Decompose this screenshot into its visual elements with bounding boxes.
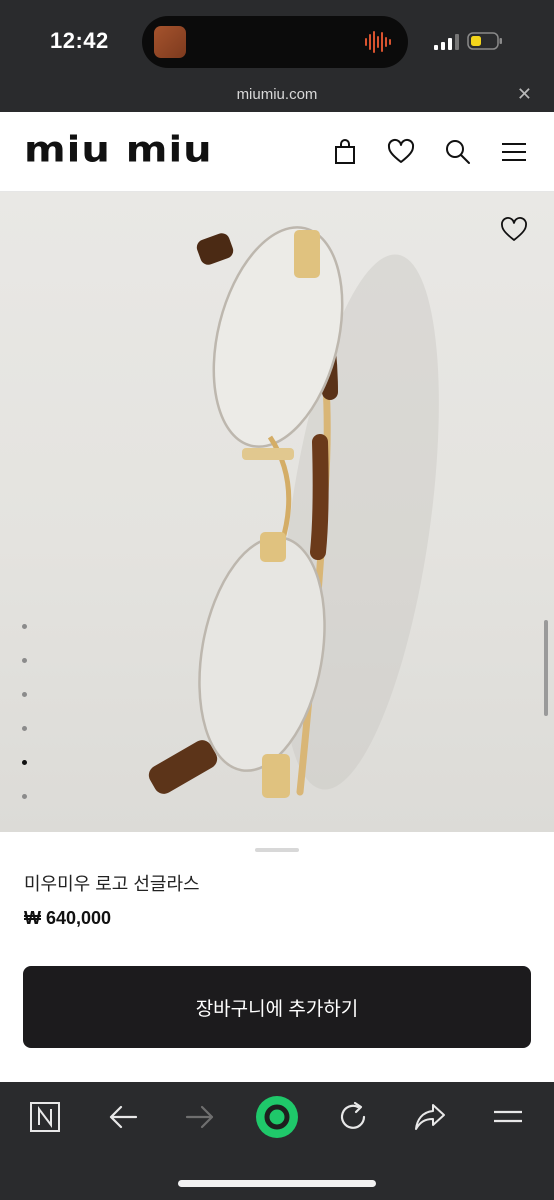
gallery-dot[interactable] xyxy=(22,624,27,629)
audio-waveform-icon xyxy=(365,31,391,53)
address-text[interactable]: miumiu.com xyxy=(0,86,554,103)
scrollbar[interactable] xyxy=(544,620,548,716)
sheet-drag-handle[interactable] xyxy=(255,848,299,852)
forward-arrow-icon[interactable] xyxy=(183,1100,217,1134)
gallery-dot[interactable] xyxy=(22,726,27,731)
back-arrow-icon[interactable] xyxy=(106,1100,140,1134)
status-bar: 12:42 xyxy=(0,0,554,82)
add-to-cart-button[interactable]: 장바구니에 추가하기 xyxy=(23,966,531,1048)
status-time: 12:42 xyxy=(50,28,109,53)
product-price: ₩ 640,000 xyxy=(24,908,112,928)
brand-logo[interactable]: miu miu xyxy=(24,130,213,170)
site-header: miu miu xyxy=(0,112,554,192)
share-icon[interactable] xyxy=(413,1100,447,1134)
menu-icon[interactable] xyxy=(500,138,528,166)
gallery-pagination[interactable] xyxy=(22,624,30,828)
gallery-dot[interactable] xyxy=(22,658,27,663)
gallery-dot[interactable] xyxy=(22,692,27,697)
shopping-bag-icon[interactable] xyxy=(331,138,359,166)
n-tab-icon[interactable] xyxy=(28,1100,62,1134)
heart-icon[interactable] xyxy=(387,138,415,166)
product-image-gallery[interactable] xyxy=(0,192,554,832)
battery-icon xyxy=(467,32,502,50)
menu-lines-icon[interactable] xyxy=(491,1100,525,1134)
gallery-dot-active[interactable] xyxy=(22,760,27,765)
home-circle-icon[interactable] xyxy=(255,1095,299,1139)
glasses-product-photo xyxy=(148,226,439,798)
close-icon[interactable]: ✕ xyxy=(517,84,532,105)
cellular-signal-icon xyxy=(434,34,459,50)
url-bar: miumiu.com ✕ xyxy=(0,82,554,112)
gallery-dot[interactable] xyxy=(22,794,27,799)
home-indicator[interactable] xyxy=(178,1180,376,1187)
dynamic-island[interactable] xyxy=(142,16,408,68)
wishlist-heart-icon[interactable] xyxy=(500,216,528,244)
now-playing-artwork xyxy=(154,26,186,58)
search-icon[interactable] xyxy=(444,138,472,166)
reload-icon[interactable] xyxy=(336,1100,370,1134)
product-name: 미우미우 로고 선글라스 xyxy=(24,874,200,894)
